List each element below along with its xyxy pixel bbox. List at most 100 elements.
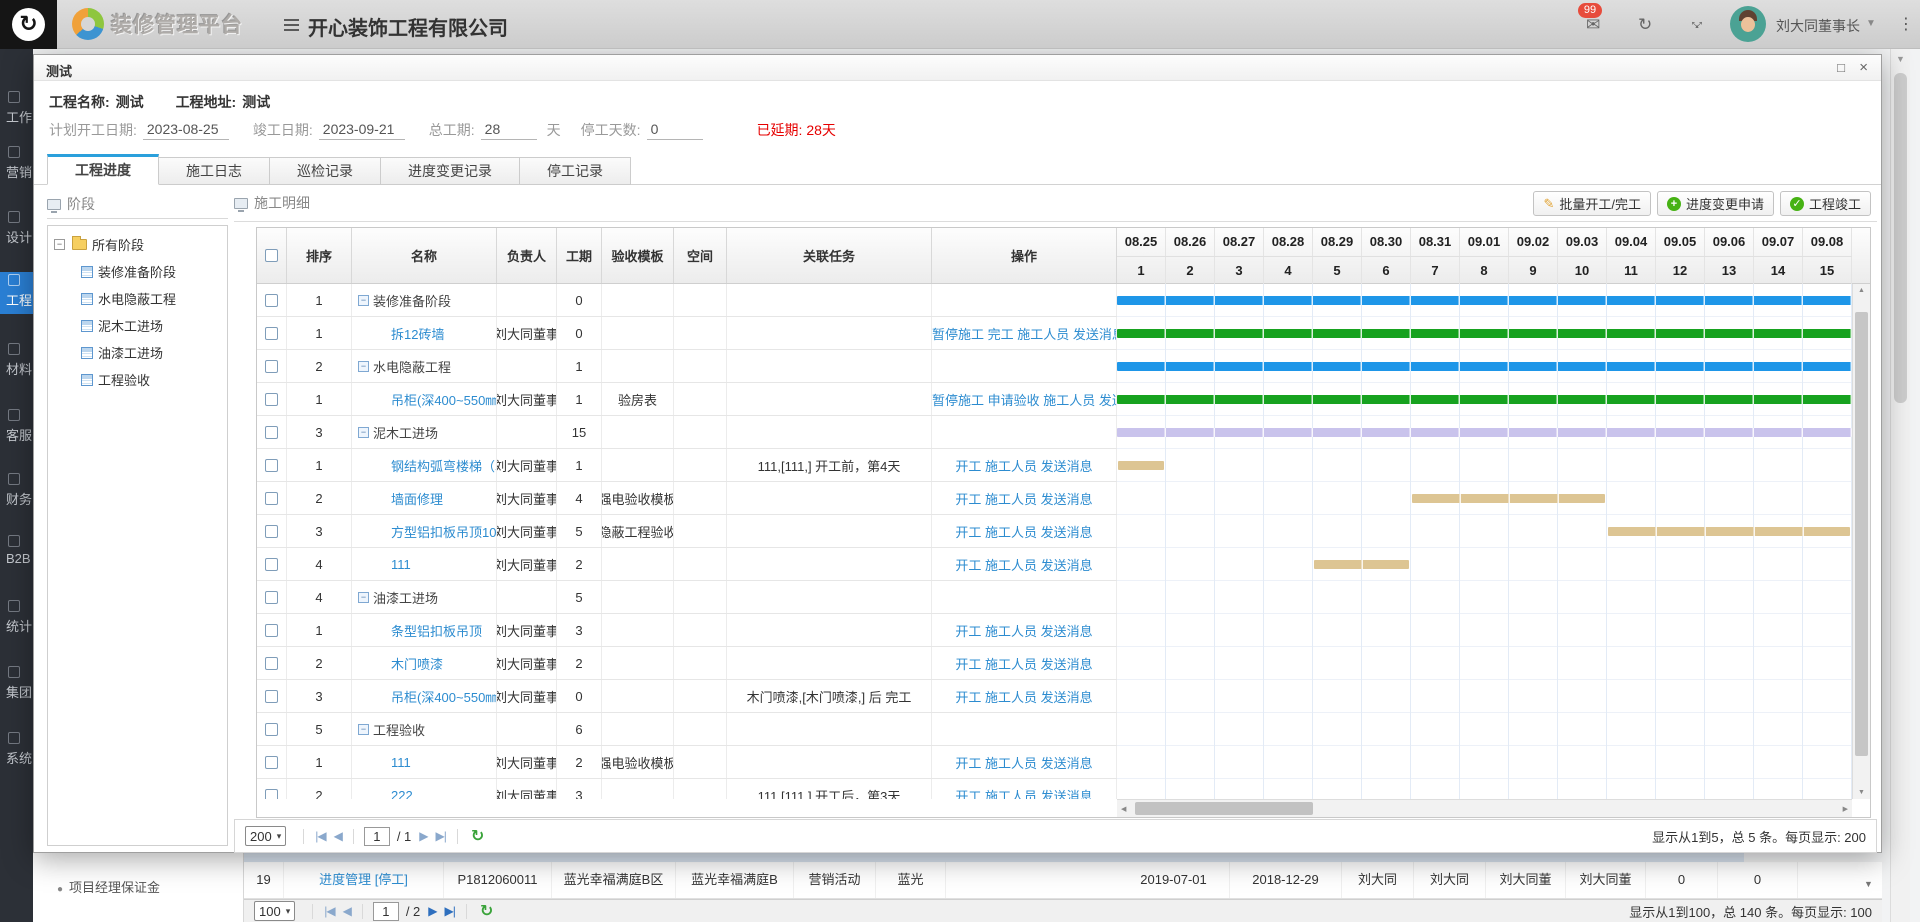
fullscreen-icon[interactable]: ↔↔: [1690, 15, 1706, 31]
gantt-bar[interactable]: [1117, 329, 1852, 338]
row-checkbox[interactable]: [265, 360, 278, 373]
tab-3[interactable]: 巡检记录: [270, 157, 381, 185]
tab-1[interactable]: 工程进度: [47, 154, 159, 185]
scroll-up-icon[interactable]: ▲: [1853, 287, 1870, 294]
tree-item[interactable]: 油漆工进场: [81, 343, 221, 362]
scroll-down-icon[interactable]: ▼: [1853, 789, 1870, 796]
sidebar-item-2[interactable]: 营销: [0, 144, 33, 186]
total-duration-input[interactable]: 28: [481, 121, 537, 140]
operation-links[interactable]: 开工 施工人员 发送消息: [955, 621, 1092, 640]
operation-links[interactable]: 开工 施工人员 发送消息: [955, 456, 1092, 475]
next-page-button[interactable]: ▶: [428, 904, 436, 918]
page-scrollbar[interactable]: ▼: [1890, 49, 1910, 922]
toolbar-button-3[interactable]: ✓工程竣工: [1780, 191, 1871, 216]
gantt-vertical-scrollbar[interactable]: ▲ ▼: [1852, 284, 1870, 799]
gantt-bar[interactable]: [1117, 296, 1852, 305]
tree-item[interactable]: 水电隐蔽工程: [81, 289, 221, 308]
operation-links[interactable]: 开工 施工人员 发送消息: [955, 489, 1092, 508]
page-size-select[interactable]: 100▾: [254, 901, 295, 921]
finish-date-input[interactable]: 2023-09-21: [319, 121, 405, 140]
prev-page-button[interactable]: ◀: [343, 904, 351, 918]
sidebar-item-4[interactable]: 工程: [0, 272, 33, 314]
refresh-list-icon[interactable]: ↻: [471, 826, 484, 846]
page-size-select[interactable]: 200▾: [245, 826, 286, 846]
task-name-link[interactable]: 条型铝扣板吊顶: [391, 621, 482, 640]
collapse-group-icon[interactable]: −: [358, 361, 369, 372]
prev-page-button[interactable]: ◀: [334, 829, 342, 843]
background-table-row[interactable]: 19 进度管理 [停工] P1812060011蓝光幸福满庭B区蓝光幸福满庭B营…: [244, 862, 1882, 899]
gantt-bar[interactable]: [1117, 395, 1852, 404]
close-button[interactable]: ×: [1859, 59, 1868, 76]
operation-links[interactable]: 开工 施工人员 发送消息: [955, 687, 1092, 706]
gantt-bar[interactable]: [1118, 461, 1164, 470]
messages-icon[interactable]: ✉: [1586, 15, 1600, 35]
sidebar-item-6[interactable]: 客服: [0, 407, 33, 449]
sidebar-item-5[interactable]: 材料: [0, 341, 33, 383]
scroll-left-icon[interactable]: ◀: [1121, 805, 1126, 813]
gantt-bar[interactable]: [1608, 527, 1850, 536]
avatar[interactable]: [1730, 6, 1766, 42]
user-name[interactable]: 刘大同董事长: [1776, 16, 1860, 36]
account-item[interactable]: ●项目经理保证金: [57, 877, 160, 896]
more-menu-icon[interactable]: ⋮: [1898, 14, 1914, 34]
task-name-link[interactable]: 钢结构弧弯楼梯（单层、长: [391, 456, 497, 475]
menu-toggle-icon[interactable]: [284, 19, 299, 34]
refresh-icon[interactable]: ↻: [1638, 15, 1652, 35]
sidebar-item-1[interactable]: 工作台: [0, 89, 33, 131]
gantt-bar[interactable]: [1314, 560, 1409, 569]
row-checkbox[interactable]: [265, 558, 278, 571]
next-page-button[interactable]: ▶: [419, 829, 427, 843]
first-page-button[interactable]: |◀: [324, 904, 334, 918]
tree-item[interactable]: 工程验收: [81, 370, 221, 389]
background-caret-icon[interactable]: ▼: [1864, 879, 1873, 889]
row-checkbox[interactable]: [265, 624, 278, 637]
operation-links[interactable]: 开工 施工人员 发送消息: [955, 522, 1092, 541]
sidebar-item-10[interactable]: 集团: [0, 664, 33, 706]
toolbar-button-1[interactable]: ✎批量开工/完工: [1533, 191, 1651, 216]
task-name-link[interactable]: 111: [391, 557, 411, 572]
tab-2[interactable]: 施工日志: [159, 157, 270, 185]
row-checkbox[interactable]: [265, 426, 278, 439]
operation-links[interactable]: 开工 施工人员 发送消息: [955, 786, 1092, 800]
task-name-link[interactable]: 222: [391, 788, 413, 800]
tab-4[interactable]: 进度变更记录: [381, 157, 520, 185]
sidebar-item-8[interactable]: B2B: [0, 533, 33, 575]
operation-links[interactable]: 开工 施工人员 发送消息: [955, 753, 1092, 772]
refresh-list-icon[interactable]: ↻: [480, 901, 493, 921]
row-checkbox[interactable]: [265, 756, 278, 769]
collapse-group-icon[interactable]: −: [358, 592, 369, 603]
plan-start-input[interactable]: 2023-08-25: [143, 121, 229, 140]
scrollbar-thumb[interactable]: [1894, 73, 1907, 403]
sidebar-item-9[interactable]: 统计: [0, 598, 33, 640]
row-checkbox[interactable]: [265, 657, 278, 670]
tree-item[interactable]: 泥木工进场: [81, 316, 221, 335]
select-all-checkbox[interactable]: [265, 249, 278, 262]
scrollbar-thumb[interactable]: [1855, 312, 1868, 756]
gantt-bar[interactable]: [1412, 494, 1605, 503]
project-link[interactable]: 进度管理 [停工]: [284, 862, 444, 898]
tree-collapse-icon[interactable]: −: [54, 239, 65, 250]
tab-5[interactable]: 停工记录: [520, 157, 631, 185]
task-name-link[interactable]: 木门喷漆: [391, 654, 443, 673]
row-checkbox[interactable]: [265, 690, 278, 703]
sidebar-item-11[interactable]: 系统: [0, 730, 33, 772]
operation-links[interactable]: 开工 施工人员 发送消息: [955, 555, 1092, 574]
task-name-link[interactable]: 方型铝扣板吊顶106: [391, 522, 497, 541]
task-name-link[interactable]: 111: [391, 755, 411, 770]
row-checkbox[interactable]: [265, 294, 278, 307]
scroll-right-icon[interactable]: ▶: [1843, 805, 1848, 813]
row-checkbox[interactable]: [265, 492, 278, 505]
gantt-bar[interactable]: [1117, 428, 1852, 437]
toolbar-button-2[interactable]: +进度变更申请: [1657, 191, 1774, 216]
row-checkbox[interactable]: [265, 591, 278, 604]
tree-root-all-stages[interactable]: − 所有阶段: [54, 235, 221, 254]
operation-links[interactable]: 开工 施工人员 发送消息: [955, 654, 1092, 673]
maximize-button[interactable]: □: [1837, 60, 1845, 75]
collapse-group-icon[interactable]: −: [358, 427, 369, 438]
task-name-link[interactable]: 拆12砖墙: [391, 324, 444, 343]
row-checkbox[interactable]: [265, 789, 278, 800]
collapse-group-icon[interactable]: −: [358, 295, 369, 306]
scroll-up-icon[interactable]: ▼: [1891, 54, 1910, 64]
operation-links[interactable]: 暂停施工 完工 施工人员 发送消息: [932, 324, 1116, 343]
gantt-horizontal-scrollbar[interactable]: ◀ ▶: [1117, 799, 1852, 817]
